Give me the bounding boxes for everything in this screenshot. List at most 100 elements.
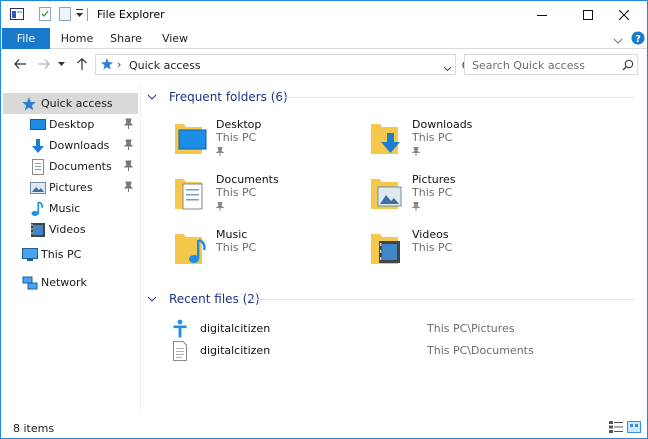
folder-tile-downloads[interactable]: Downloads This PC — [370, 116, 550, 164]
sidebar-item-pictures[interactable]: Pictures — [3, 177, 138, 198]
file-name: digitalcitizen — [200, 322, 271, 335]
folder-location: This PC — [412, 241, 453, 254]
recent-locations-icon[interactable] — [56, 55, 66, 73]
folder-tile-pictures[interactable]: Pictures This PC — [370, 171, 550, 219]
large-icons-view-icon[interactable] — [627, 421, 641, 435]
address-bar[interactable]: › Quick access — [95, 54, 456, 75]
sidebar-item-documents[interactable]: Documents — [3, 156, 138, 177]
sidebar-item-label: Documents — [49, 160, 112, 173]
pin-icon[interactable] — [123, 139, 134, 153]
sidebar-item-network[interactable]: Network — [3, 272, 138, 293]
pin-icon[interactable] — [411, 146, 421, 159]
file-explorer-window: File Explorer File Home Share View ? › Q… — [0, 0, 648, 439]
breadcrumb[interactable]: Quick access — [129, 59, 201, 72]
ribbon: File Home Share View ? — [1, 28, 647, 49]
sidebar-item-label: Quick access — [41, 97, 113, 110]
recent-files-header[interactable]: Recent files (2) — [147, 290, 260, 308]
tab-file[interactable]: File — [2, 28, 50, 49]
group-title: Recent files (2) — [169, 292, 260, 306]
search-input[interactable]: Search Quick access — [472, 59, 585, 72]
pictures-folder-icon — [370, 171, 404, 213]
navigation-pane: Quick access Desktop Downloads Documents — [1, 86, 139, 416]
group-divider — [251, 299, 635, 300]
music-folder-icon — [174, 226, 208, 268]
folder-name: Documents — [216, 173, 279, 186]
videos-folder-icon — [370, 226, 404, 268]
tab-share[interactable]: Share — [105, 28, 147, 49]
tab-view[interactable]: View — [154, 28, 196, 49]
sidebar-item-quick-access[interactable]: Quick access — [3, 93, 138, 114]
frequent-folders-header[interactable]: Frequent folders (6) — [147, 88, 288, 106]
pin-icon[interactable] — [215, 201, 225, 214]
quick-access-star-icon — [21, 96, 37, 112]
folder-tile-desktop[interactable]: Desktop This PC — [174, 116, 354, 164]
pin-icon[interactable] — [123, 160, 134, 174]
folder-location: This PC — [216, 186, 257, 199]
details-view-icon[interactable] — [609, 421, 623, 435]
list-item[interactable]: digitalcitizen This PC\Documents — [169, 340, 639, 361]
customize-toolbar-icon[interactable] — [75, 9, 84, 22]
tab-home[interactable]: Home — [56, 28, 98, 49]
address-dropdown-icon[interactable] — [443, 62, 452, 75]
new-folder-icon[interactable] — [58, 7, 72, 24]
collapse-chevron-icon[interactable] — [147, 296, 157, 303]
window-title: File Explorer — [97, 8, 165, 21]
item-count: 8 items — [13, 422, 55, 435]
folder-tile-documents[interactable]: Documents This PC — [174, 171, 354, 219]
sidebar-item-this-pc[interactable]: This PC — [3, 244, 138, 265]
documents-icon — [30, 159, 46, 175]
pin-icon[interactable] — [411, 201, 421, 214]
search-icon[interactable] — [622, 59, 634, 74]
file-path: This PC\Documents — [427, 344, 534, 357]
search-field[interactable]: Search Quick access — [464, 54, 638, 75]
forward-button[interactable] — [35, 55, 53, 73]
sidebar-item-music[interactable]: Music — [3, 198, 138, 219]
list-item[interactable]: digitalcitizen This PC\Pictures — [169, 318, 639, 339]
status-bar: 8 items — [1, 418, 647, 438]
pin-icon[interactable] — [123, 181, 134, 195]
sidebar-item-label: Desktop — [49, 118, 95, 131]
pin-icon[interactable] — [123, 118, 134, 132]
folder-name: Downloads — [412, 118, 473, 131]
navigation-bar: › Quick access Search Quick access — [1, 50, 647, 79]
group-title: Frequent folders (6) — [169, 90, 288, 104]
desktop-folder-icon — [174, 116, 208, 158]
file-explorer-icon[interactable] — [10, 7, 24, 24]
up-button[interactable] — [73, 55, 91, 73]
network-icon — [22, 275, 38, 291]
collapse-chevron-icon[interactable] — [147, 94, 157, 101]
title-separator — [87, 8, 88, 21]
documents-folder-icon — [174, 171, 208, 213]
breadcrumb-separator[interactable]: › — [117, 58, 121, 71]
sidebar-item-label: Downloads — [49, 139, 110, 152]
pane-divider[interactable] — [140, 86, 141, 414]
folder-name: Desktop — [216, 118, 262, 131]
folder-location: This PC — [216, 241, 257, 254]
sidebar-item-desktop[interactable]: Desktop — [3, 114, 138, 135]
properties-icon[interactable] — [38, 7, 52, 24]
back-button[interactable] — [11, 55, 29, 73]
downloads-folder-icon — [370, 116, 404, 158]
image-file-icon — [172, 319, 188, 342]
minimize-button[interactable] — [519, 1, 565, 28]
sidebar-item-videos[interactable]: Videos — [3, 219, 138, 240]
desktop-icon — [30, 117, 46, 133]
title-bar: File Explorer — [1, 1, 647, 28]
help-icon[interactable]: ? — [631, 31, 645, 48]
folder-tile-music[interactable]: Music This PC — [174, 226, 354, 274]
downloads-icon — [30, 138, 46, 154]
music-icon — [30, 201, 46, 217]
sidebar-item-label: This PC — [41, 248, 82, 261]
pin-icon[interactable] — [215, 146, 225, 159]
this-pc-icon — [22, 247, 38, 263]
document-file-icon — [172, 341, 188, 364]
pictures-icon — [30, 180, 46, 196]
sidebar-item-label: Pictures — [49, 181, 93, 194]
sidebar-item-downloads[interactable]: Downloads — [3, 135, 138, 156]
expand-ribbon-icon[interactable] — [613, 35, 623, 48]
sidebar-item-label: Network — [41, 276, 87, 289]
close-button[interactable] — [601, 1, 647, 28]
file-name: digitalcitizen — [200, 344, 271, 357]
group-divider — [279, 97, 635, 98]
folder-tile-videos[interactable]: Videos This PC — [370, 226, 550, 274]
